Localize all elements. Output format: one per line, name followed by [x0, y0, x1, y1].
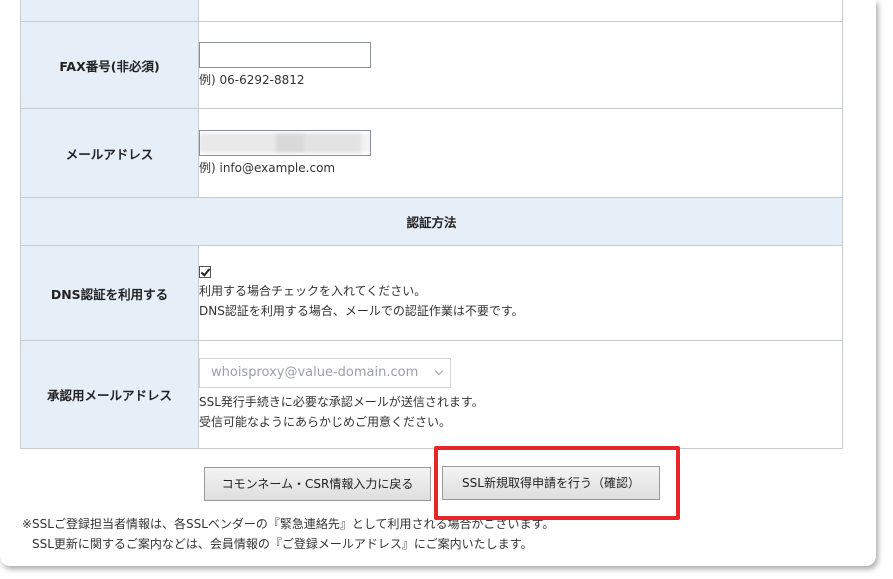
form-row-approval-email: 承認用メールアドレス whoisproxy@value-domain.com S…: [20, 340, 843, 449]
approval-help-2: 受信可能なようにあらかじめご用意ください。: [199, 414, 452, 429]
fax-example: 例) 06-6292-8812: [199, 73, 305, 87]
approval-email-selected: whoisproxy@value-domain.com: [211, 364, 419, 380]
previous-row-label: [20, 0, 199, 22]
annotation-highlight-box: [434, 446, 680, 520]
email-example: 例) info@example.com: [199, 161, 336, 175]
form-row-fax: FAX番号(非必須) 例) 06-6292-8812: [20, 21, 843, 109]
footnotes: ※SSLご登録担当者情報は、各SSLベンダーの『緊急連絡先』として利用される場合…: [22, 514, 554, 554]
dns-label: DNS認証を利用する: [20, 245, 199, 341]
approval-email-cell: whoisproxy@value-domain.com SSL発行手続きに必要な…: [198, 340, 843, 449]
contact-form-table: FAX番号(非必須) 例) 06-6292-8812 メールアドレス 例) in…: [20, 0, 843, 449]
footnote-line-2: SSL更新に関するご案内などは、会員情報の『ご登録メールアドレス』にご案内いたし…: [32, 537, 533, 551]
email-input[interactable]: [199, 130, 371, 156]
fax-label: FAX番号(非必須): [20, 21, 199, 109]
previous-row-value: [198, 0, 843, 22]
auth-section-title: 認証方法: [20, 197, 843, 246]
approval-help-1: SSL発行手続きに必要な承認メールが送信されます。: [199, 394, 484, 409]
dns-help-1: 利用する場合チェックを入れてください。: [199, 283, 427, 298]
dns-cell: 利用する場合チェックを入れてください。 DNS認証を利用する場合、メールでの認証…: [198, 245, 843, 341]
auth-section-row: 認証方法: [20, 197, 843, 246]
form-row-dns: DNS認証を利用する 利用する場合チェックを入れてください。 DNS認証を利用す…: [20, 245, 843, 341]
form-row-email: メールアドレス 例) info@example.com: [20, 108, 843, 198]
dns-checkbox[interactable]: [199, 265, 211, 278]
email-cell: 例) info@example.com: [198, 108, 843, 198]
form-row-previous: [20, 0, 843, 22]
email-label: メールアドレス: [20, 108, 199, 198]
chevron-down-icon: [434, 366, 444, 375]
dns-help-2: DNS認証を利用する場合、メールでの認証作業は不要です。: [199, 303, 524, 318]
checkmark-icon: [200, 265, 211, 277]
approval-email-select[interactable]: whoisproxy@value-domain.com: [199, 357, 451, 388]
fax-cell: 例) 06-6292-8812: [198, 21, 843, 109]
approval-email-label: 承認用メールアドレス: [20, 340, 199, 449]
back-to-csr-button[interactable]: コモンネーム・CSR情報入力に戻る: [204, 467, 431, 501]
redacted-value: [200, 133, 370, 153]
fax-input[interactable]: [199, 42, 371, 68]
